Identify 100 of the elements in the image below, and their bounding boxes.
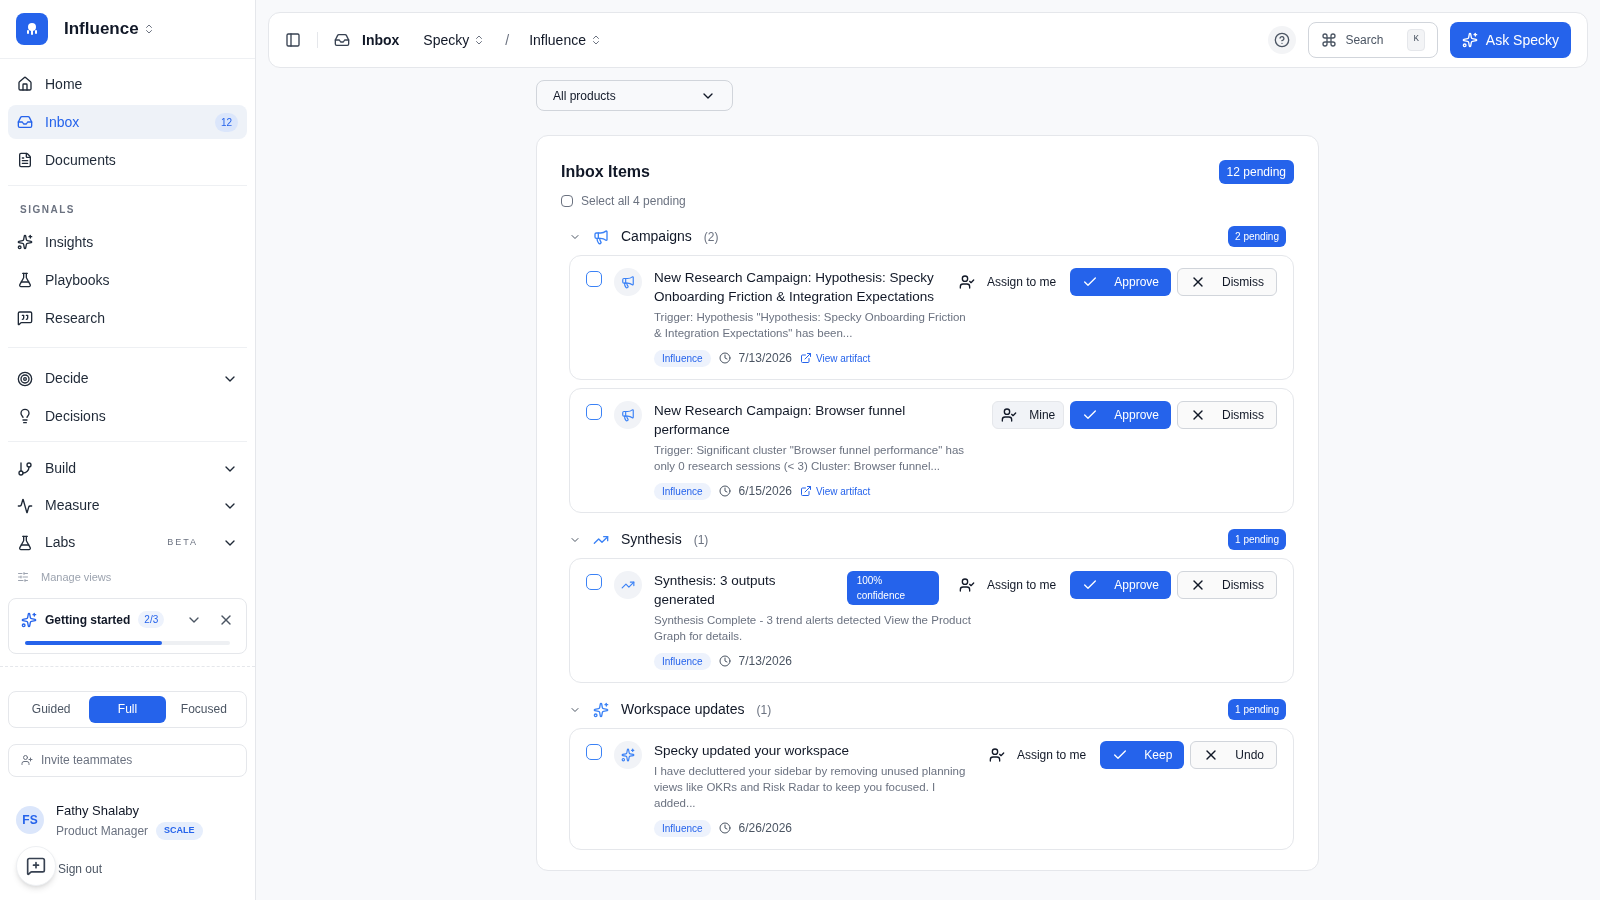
sparkles-icon — [21, 611, 37, 628]
sidebar-toggle-icon[interactable] — [285, 32, 301, 48]
command-icon — [1321, 32, 1338, 48]
panel-title: Inbox Items — [561, 162, 650, 182]
count-badge: 12 — [214, 112, 238, 132]
user-avatar: FS — [16, 806, 44, 835]
assign-button[interactable]: Assign to me — [950, 268, 1065, 296]
section-count: (2) — [703, 228, 719, 246]
breadcrumb-switcher[interactable]: Specky — [423, 29, 486, 51]
pending-badge: 2 pending — [1228, 226, 1286, 247]
nav-group[interactable]: Measure — [8, 487, 247, 524]
help-icon — [1274, 32, 1291, 48]
assign-button[interactable]: Assign to me — [980, 741, 1095, 769]
sparkles-icon — [1461, 32, 1478, 48]
lightbulb-icon — [17, 408, 33, 424]
view-artifact-link[interactable]: View artifact — [800, 350, 871, 366]
item-checkbox[interactable] — [586, 404, 602, 420]
page-title: Inbox — [362, 30, 400, 50]
invite-button[interactable]: Invite teammates — [8, 743, 247, 777]
section-heading: SIGNALS — [19, 203, 76, 217]
item-description: Synthesis Complete - 3 trend alerts detected View the Product Graph for details. — [654, 613, 972, 644]
approve-button[interactable]: Approve — [1070, 571, 1171, 599]
item-date: 6/15/2026 — [738, 483, 792, 500]
megaphone-icon — [621, 275, 635, 289]
pending-badge: 12 pending — [1218, 160, 1294, 184]
approve-button[interactable]: Approve — [1070, 268, 1171, 296]
approve-button[interactable]: Approve — [1070, 401, 1171, 429]
feedback-button[interactable] — [16, 846, 56, 886]
flask-icon — [17, 272, 33, 288]
dismiss-button[interactable]: Dismiss — [1177, 571, 1277, 599]
nav-item[interactable]: Documents — [8, 143, 247, 177]
mode-tab[interactable]: Focused — [165, 695, 242, 723]
beta-tag: BETA — [167, 535, 198, 550]
mode-tab[interactable]: Guided — [13, 695, 90, 723]
clock-icon — [718, 485, 731, 497]
dismiss-button[interactable]: Dismiss — [1177, 401, 1277, 429]
clock-icon — [718, 822, 731, 834]
progress-count: 2/3 — [138, 611, 165, 628]
pulse-icon — [17, 497, 33, 514]
dismiss-button[interactable]: Dismiss — [1177, 268, 1277, 296]
select-all-checkbox[interactable]: Select all 4 pending — [561, 192, 686, 210]
breadcrumb-switcher[interactable]: Influence — [529, 29, 602, 51]
workspace-switcher[interactable]: Influence — [64, 16, 155, 42]
dismiss-button[interactable]: Undo — [1190, 741, 1277, 769]
product-tag: Influence — [654, 652, 711, 670]
message-plus-icon — [26, 856, 46, 876]
approve-button[interactable]: Keep — [1100, 741, 1185, 769]
product-filter-dropdown[interactable]: All products — [536, 80, 733, 111]
assign-button[interactable]: Assign to me — [950, 571, 1065, 599]
nav-group[interactable]: Decide — [8, 360, 247, 397]
flask-icon — [17, 534, 33, 551]
search-button[interactable]: Search K — [1308, 22, 1438, 58]
item-checkbox[interactable] — [586, 271, 602, 287]
user-check-icon — [988, 747, 1005, 763]
item-checkbox[interactable] — [586, 574, 602, 590]
chat-icon — [17, 310, 33, 326]
user-name: Fathy Shalaby — [56, 801, 141, 820]
help-button[interactable] — [1268, 26, 1297, 54]
assign-button[interactable]: Mine — [992, 401, 1065, 429]
sign-out-button[interactable]: Sign out — [58, 860, 103, 878]
item-checkbox[interactable] — [586, 744, 602, 760]
card-title: Getting started — [45, 611, 131, 629]
nav-item[interactable]: Playbooks — [8, 263, 247, 297]
section-title: Campaigns — [621, 227, 692, 246]
app-logo-icon — [16, 13, 48, 45]
document-icon — [17, 152, 33, 168]
item-date: 7/13/2026 — [738, 350, 792, 367]
megaphone-icon — [593, 228, 609, 245]
nav-group[interactable]: Build — [8, 450, 247, 487]
nav-item[interactable]: Home — [8, 67, 247, 101]
sparkles-icon — [621, 748, 635, 762]
user-check-icon — [958, 577, 975, 593]
clock-icon — [718, 655, 731, 667]
nav-item[interactable]: Inbox 12 — [8, 105, 247, 139]
branch-icon — [17, 460, 33, 477]
sort-chevrons-icon — [590, 34, 602, 46]
confidence-badge: 100% confidence — [846, 571, 939, 605]
section-title: Synthesis — [621, 530, 682, 549]
nav-group[interactable]: Labs BETA — [8, 524, 247, 561]
nav-item[interactable]: Research — [8, 301, 247, 335]
ask-button[interactable]: Ask Specky — [1449, 22, 1571, 58]
target-icon — [17, 370, 33, 387]
external-link-icon — [800, 352, 812, 364]
clock-icon — [718, 352, 731, 364]
mode-tab[interactable]: Full — [89, 695, 166, 723]
item-title: Synthesis: 3 outputs generated — [654, 572, 777, 609]
nav-item[interactable]: Decisions — [8, 399, 247, 433]
sliders-icon — [17, 571, 29, 584]
inbox-icon — [334, 32, 350, 48]
shortcut-key: K — [1407, 29, 1425, 51]
product-tag: Influence — [654, 482, 711, 500]
nav-item[interactable]: Insights — [8, 225, 247, 259]
product-tag: Influence — [654, 819, 711, 837]
item-description: I have decluttered your sidebar by removing unused planning views like OKRs and Risk Radar to keep you focused. I added... — [654, 764, 967, 811]
view-artifact-link[interactable]: View artifact — [800, 483, 871, 499]
item-date: 6/26/2026 — [738, 820, 792, 837]
item-description: Trigger: Significant cluster "Browser funnel performance" has only 0 research sessions (< 3) Cluster: Browser funnel... — [654, 443, 966, 474]
megaphone-icon — [621, 408, 635, 422]
user-check-icon — [1001, 407, 1018, 423]
home-icon — [17, 76, 33, 92]
